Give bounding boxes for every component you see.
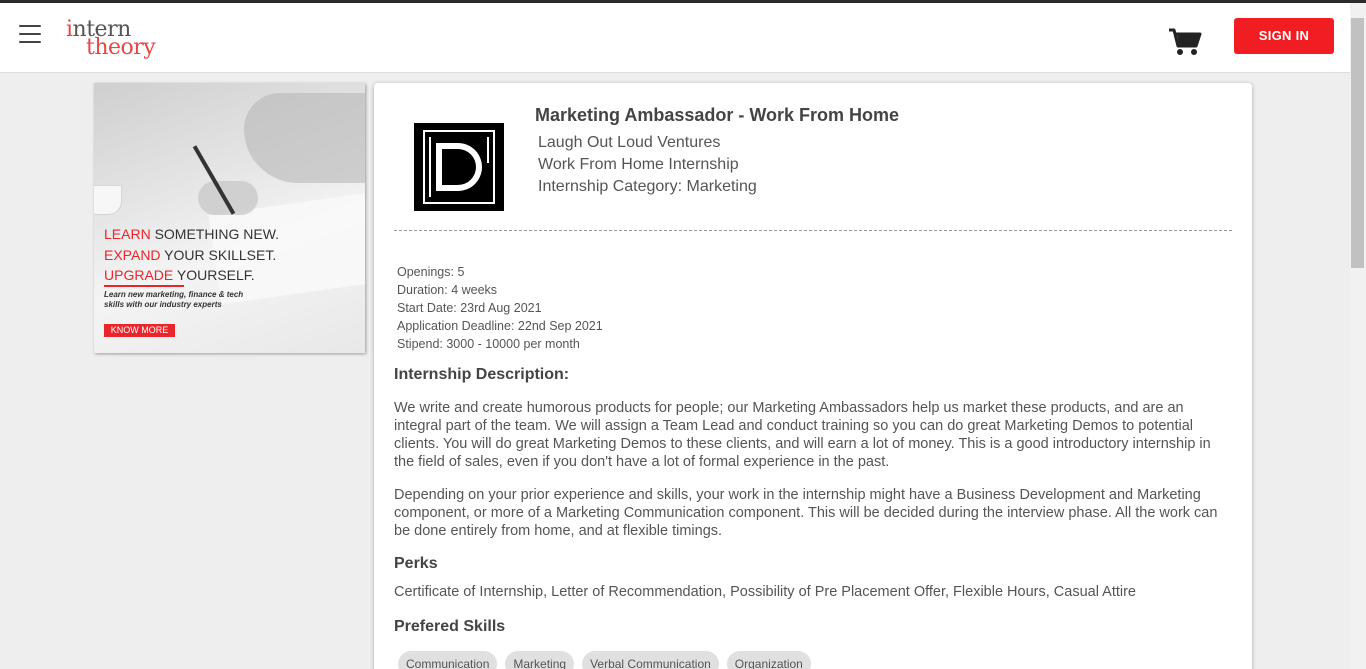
job-title: Marketing Ambassador - Work From Home — [535, 105, 900, 125]
company-name[interactable]: Laugh Out Loud Ventures — [538, 134, 720, 152]
company-logo — [414, 123, 504, 211]
banner-subtext-1: Learn new marketing, finance & tech — [104, 290, 244, 299]
skill-chip[interactable]: Communication — [398, 651, 498, 669]
skills-heading: Prefered Skills — [394, 618, 506, 635]
know-more-button[interactable]: KNOW MORE — [104, 324, 175, 337]
logo-line2: theory — [86, 35, 156, 60]
internship-category: Internship Category: Marketing — [538, 178, 757, 195]
description-paragraph-2: Depending on your prior experience and s… — [394, 487, 1218, 539]
skill-chip[interactable]: Verbal Communication — [582, 651, 719, 669]
banner-headline-3: UPGRADE YOURSELF. — [104, 267, 255, 283]
banner-rule — [104, 285, 184, 287]
stipend: Stipend: 3000 - 10000 per month — [397, 337, 580, 351]
skill-chip[interactable]: Organization — [726, 651, 811, 669]
skill-chip[interactable]: Marketing — [505, 651, 575, 669]
description-paragraph-1: We write and create humorous products fo… — [394, 400, 1211, 470]
duration: Duration: 4 weeks — [397, 283, 498, 297]
dashed-divider — [394, 230, 1232, 231]
sign-in-button[interactable]: SIGN IN — [1234, 18, 1334, 54]
banner-photo-arm — [244, 93, 365, 183]
openings: Openings: 5 — [397, 265, 465, 279]
internship-facts: Openings: 5 Duration: 4 weeks Start Date… — [397, 263, 603, 353]
perks-heading: Perks — [394, 555, 438, 572]
description-heading: Internship Description: — [394, 366, 570, 383]
perks-text: Certificate of Internship, Letter of Rec… — [394, 584, 1136, 600]
scrollbar-thumb[interactable] — [1351, 18, 1364, 268]
intern-theory-logo[interactable]: intern theory — [66, 17, 156, 63]
internship-type: Work From Home Internship — [538, 156, 739, 173]
skills-list: Communication Marketing Verbal Communica… — [398, 651, 811, 669]
hamburger-menu-icon[interactable] — [19, 25, 41, 43]
application-deadline: Application Deadline: 22nd Sep 2021 — [397, 319, 603, 333]
banner-headline-1: LEARN SOMETHING NEW. — [104, 226, 280, 242]
start-date: Start Date: 23rd Aug 2021 — [397, 301, 542, 315]
header-bar: intern theory SIGN IN — [0, 3, 1350, 73]
banner-subtext-2: skills with our industry experts — [104, 300, 222, 309]
banner-photo-cup — [94, 185, 122, 215]
promo-banner[interactable]: LEARN SOMETHING NEW. EXPAND YOUR SKILLSE… — [94, 83, 365, 353]
internship-card: Marketing Ambassador - Work From Home La… — [374, 83, 1252, 669]
banner-headline-2: EXPAND YOUR SKILLSET. — [104, 247, 277, 263]
cart-icon[interactable] — [1168, 27, 1202, 57]
